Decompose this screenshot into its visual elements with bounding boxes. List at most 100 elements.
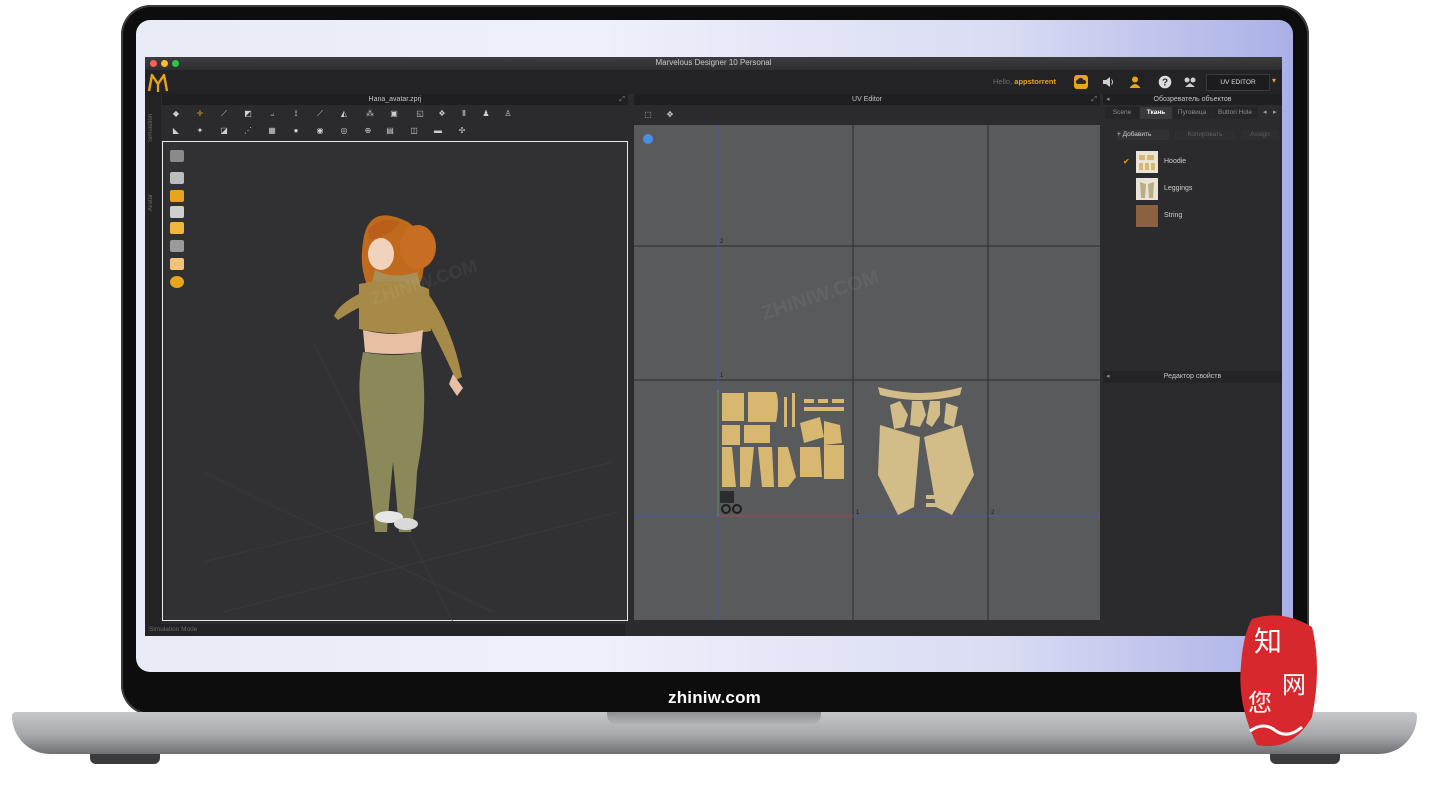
avatar-back-icon[interactable]: Ⅱ xyxy=(458,109,470,118)
fabric-label-leggings: Leggings xyxy=(1164,185,1193,192)
user-greeting: Hello, appstorrent xyxy=(993,77,1056,86)
folder-view-icon[interactable] xyxy=(170,222,184,234)
shirring-icon[interactable]: ◪ xyxy=(218,126,230,135)
help-icon[interactable]: ? xyxy=(1158,75,1172,89)
avatar-strip-label[interactable]: Avatar xyxy=(148,194,154,211)
button-tool-icon[interactable]: ● xyxy=(290,126,302,135)
user-name[interactable]: appstorrent xyxy=(1014,77,1056,86)
shrink-icon[interactable]: ✦ xyxy=(194,126,206,135)
seal-char-wang: 网 xyxy=(1282,671,1306,699)
elastic-icon[interactable]: ⋰ xyxy=(242,126,254,135)
maximize-uv-icon[interactable]: ⤢ xyxy=(1091,94,1097,105)
status-bar: Simulation Mode xyxy=(145,624,625,636)
puckering-icon[interactable]: ◫ xyxy=(408,126,420,135)
maximize-3d-icon[interactable]: ⤢ xyxy=(619,94,625,105)
viewport-3d-toolbar: ◆ ✛ ⟋ ◩ ⟓ ⟟ ⟋ ◭ ⁂ ▣ ◱ ❖ Ⅱ ♟ ♙ ◣ ✦ ◪ ⋰ ▦ … xyxy=(162,105,628,139)
laptop-foot-right xyxy=(1270,754,1340,764)
garment-view-icon[interactable] xyxy=(170,172,184,184)
avatar-view-icon[interactable] xyxy=(170,206,184,218)
uv-toolbar: ⬚ ✥ xyxy=(634,105,1100,125)
uv-editor-header: UV Editor ⤢ xyxy=(634,94,1100,105)
texture-view-icon[interactable] xyxy=(170,190,184,202)
select-mesh-icon[interactable]: ◆ xyxy=(170,109,182,118)
avatar-measure-icon[interactable]: ♙ xyxy=(502,109,514,118)
fabric-item-string[interactable]: String xyxy=(1103,205,1282,229)
string-thumbnail xyxy=(1136,205,1158,227)
tab-scene[interactable]: Scene xyxy=(1105,107,1139,119)
tab-next-icon[interactable]: ▸ xyxy=(1273,108,1277,116)
edit-texture-icon[interactable]: ◱ xyxy=(414,109,426,118)
skin-view-icon[interactable] xyxy=(170,258,184,270)
app-window: Marvelous Designer 10 Personal Hello, ap… xyxy=(145,57,1282,636)
object-browser-tabs: Scene Ткань Пуговица Button Hole ◂ ▸ xyxy=(1103,107,1282,119)
title-bar: Marvelous Designer 10 Personal xyxy=(145,57,1282,70)
tab-button[interactable]: Пуговица xyxy=(1173,107,1211,119)
avatar-front-icon[interactable]: ❖ xyxy=(436,109,448,118)
mode-dropdown-icon[interactable]: ▾ xyxy=(1272,76,1276,85)
avatar-figure xyxy=(334,215,463,532)
status-text: Simulation Mode xyxy=(149,626,198,633)
buttonhole-tool-icon[interactable]: ◉ xyxy=(314,126,326,135)
object-browser-panel: ◂ Обозреватель объектов Scene Ткань Пуго… xyxy=(1103,94,1282,628)
transform-icon[interactable]: ✛ xyxy=(194,109,206,118)
property-editor-title: Редактор свойств xyxy=(1163,373,1222,380)
footer-site-text: zhiniw.com xyxy=(668,688,761,707)
fabric-label-string: String xyxy=(1164,212,1183,219)
left-mode-strip: Simulation Avatar xyxy=(145,94,161,628)
fabric-label-hoodie: Hoodie xyxy=(1164,158,1187,165)
user-icon[interactable] xyxy=(1128,75,1142,89)
tab-prev-icon[interactable]: ◂ xyxy=(1263,108,1267,116)
cloud-sync-icon[interactable] xyxy=(1074,75,1088,89)
tab-fabric[interactable]: Ткань xyxy=(1140,107,1172,119)
add-fabric-button[interactable]: + Добавить xyxy=(1117,130,1169,140)
tack-icon[interactable]: ◩ xyxy=(242,109,254,118)
zipper-icon[interactable]: ⊕ xyxy=(362,126,374,135)
hoodie-uv-pieces xyxy=(722,392,844,487)
seal-char-nin: 您 xyxy=(1248,689,1272,717)
viewport-3d[interactable]: ZHINIW.COM xyxy=(162,141,628,622)
pin-icon[interactable]: ⟋ xyxy=(218,109,230,118)
texture-icon[interactable]: ▣ xyxy=(388,109,400,118)
uv-canvas: 2 1 1 2 ZHINIW.COM xyxy=(634,125,1100,620)
community-icon[interactable] xyxy=(1183,75,1197,89)
globe-view-icon[interactable] xyxy=(170,276,184,288)
pattern-grid-icon[interactable]: ▦ xyxy=(266,126,278,135)
sewing-line-icon[interactable]: ▬ xyxy=(432,126,444,135)
uv-select-icon[interactable]: ⬚ xyxy=(642,110,654,119)
site-seal-logo: 知 网 您 xyxy=(1240,615,1317,747)
mode-select-button[interactable]: UV EDITOR xyxy=(1206,74,1270,91)
hoodie-thumbnail xyxy=(1136,151,1158,173)
object-browser-title: Обозреватель объектов xyxy=(1153,96,1232,103)
simulation-strip-label[interactable]: Simulation xyxy=(148,114,154,142)
fabric-item-leggings[interactable]: Leggings xyxy=(1103,178,1282,202)
fabric-view-icon[interactable] xyxy=(170,240,184,252)
property-collapse-icon[interactable]: ◂ xyxy=(1106,371,1110,383)
fold-strength-icon[interactable]: ◣ xyxy=(170,126,182,135)
collapse-icon[interactable]: ◂ xyxy=(1106,94,1110,105)
avatar-pose-icon[interactable]: ♟ xyxy=(480,109,492,118)
tab-button-hole[interactable]: Button Hole xyxy=(1212,107,1258,119)
viewport-3d-header: Hana_avatar.zprj ⤢ xyxy=(162,94,628,105)
sphere-icon[interactable]: ◎ xyxy=(338,126,350,135)
copy-fabric-button[interactable]: Копировать xyxy=(1175,130,1235,140)
hoodie-view-icon[interactable] xyxy=(170,150,184,162)
brush-icon[interactable]: ⁂ xyxy=(364,109,376,118)
line-tool-icon[interactable]: ⟋ xyxy=(314,109,326,118)
uv-transform-icon[interactable]: ✥ xyxy=(664,110,676,119)
leggings-uv-pieces xyxy=(878,387,974,515)
watermark-uv: ZHINIW.COM xyxy=(759,266,882,325)
uv-grid-label-mid: 1 xyxy=(720,373,724,379)
tape-icon[interactable]: ⟟ xyxy=(290,109,302,118)
fold-icon[interactable]: ◭ xyxy=(338,109,350,118)
topstitch-icon[interactable]: ▤ xyxy=(384,126,396,135)
move-icon[interactable]: ✣ xyxy=(456,126,468,135)
fabric-item-hoodie[interactable]: ✔ Hoodie xyxy=(1103,151,1282,175)
measure-icon[interactable]: ⟓ xyxy=(266,109,278,118)
uv-view[interactable]: 2 1 1 2 ZHINIW.COM xyxy=(634,125,1100,620)
object-browser-header: ◂ Обозреватель объектов xyxy=(1103,94,1282,105)
speaker-icon[interactable] xyxy=(1101,75,1115,89)
window-title: Marvelous Designer 10 Personal xyxy=(655,58,772,67)
assign-fabric-button[interactable]: Assign xyxy=(1241,130,1279,140)
uv-grid-label-right1: 1 xyxy=(856,510,860,516)
laptop-foot-left xyxy=(90,754,160,764)
